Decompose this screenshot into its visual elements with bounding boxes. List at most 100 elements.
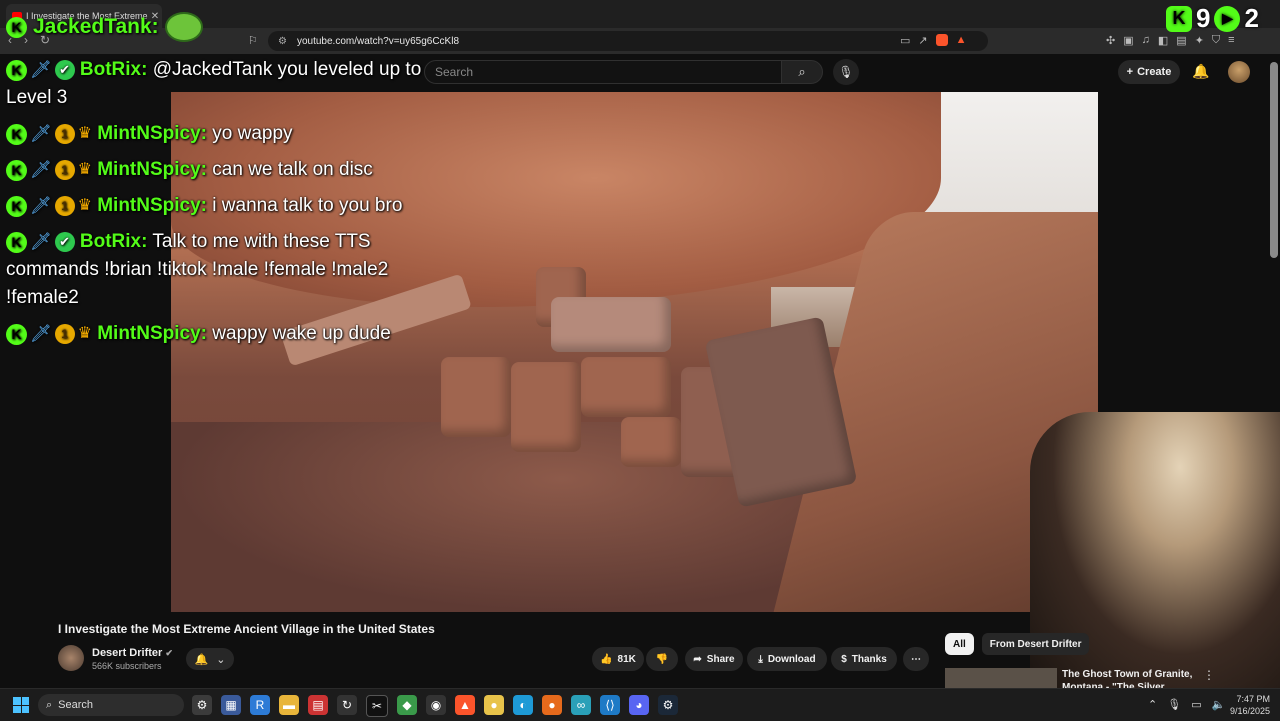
page-scrollbar[interactable] xyxy=(1270,62,1278,258)
verified-badge-icon: ✔ xyxy=(54,60,75,80)
app-r-icon[interactable]: R xyxy=(250,695,270,715)
discord-icon[interactable]: ◕ xyxy=(629,695,649,715)
channel-avatar[interactable] xyxy=(58,645,84,671)
windows-start-icon[interactable] xyxy=(13,697,29,713)
kick-badge-icon: K xyxy=(6,159,27,181)
subscriber-badge-icon: 1 xyxy=(54,160,75,181)
bookmark-icon[interactable]: ⚐ xyxy=(248,34,258,47)
chat-badges: K 🗡 1 ♛ xyxy=(6,120,92,148)
sword-badge-icon: 🗡 xyxy=(30,196,52,216)
wallet-icon[interactable]: ▤ xyxy=(1176,34,1186,47)
taskbar-search[interactable]: ⌕ Search xyxy=(38,694,184,716)
crown-badge-icon: ♛ xyxy=(77,161,92,179)
share-button[interactable]: ➦ Share xyxy=(685,647,743,671)
kick-counter-icon: K xyxy=(1166,5,1192,32)
chat-text: can we talk on disc xyxy=(212,159,373,181)
chat-username: MintNSpicy: xyxy=(97,195,207,217)
frog-emote-icon xyxy=(164,12,203,42)
chat-username: MintNSpicy: xyxy=(97,323,207,345)
taskbar-clock[interactable]: 7:47 PM 9/16/2025 xyxy=(1222,693,1270,717)
task-view-icon[interactable]: ▦ xyxy=(221,695,241,715)
vscode-icon[interactable]: ⟨⟩ xyxy=(600,695,620,715)
account-avatar[interactable] xyxy=(1228,61,1250,83)
like-count: 81K xyxy=(617,653,636,665)
menu-icon[interactable]: ≡ xyxy=(1228,34,1234,47)
share-page-icon[interactable]: ↗ xyxy=(918,34,927,47)
clock-time: 7:47 PM xyxy=(1236,694,1270,704)
bell-icon: 🔔 xyxy=(194,653,209,666)
search-input[interactable]: Search xyxy=(424,60,782,84)
taskbar: ⌕ Search ⚙ ▦ R ▬ ▤ ↻ ✂ ◆ ◉ ▲ ● ◐ ● ∞ ⟨⟩ … xyxy=(0,688,1280,721)
chat-badges: K 🗡 ✔ xyxy=(6,56,75,84)
streamer-tag: K JackedTank: xyxy=(6,12,203,42)
news-app-icon[interactable]: ▤ xyxy=(308,695,328,715)
site-info-icon[interactable]: ⚙ xyxy=(278,36,287,47)
app-green-icon[interactable]: ◆ xyxy=(397,695,417,715)
dislike-button[interactable]: 👎 xyxy=(646,647,678,671)
verified-badge-icon: ✔ xyxy=(54,232,75,253)
widgets-icon[interactable]: ⚙ xyxy=(192,695,212,715)
brave-shields-icon[interactable] xyxy=(935,34,948,46)
kick-badge-icon: K xyxy=(6,323,27,345)
more-actions-button[interactable]: ⋯ xyxy=(903,647,929,671)
brave-browser-icon[interactable]: ▲ xyxy=(455,695,475,715)
sword-badge-icon: 🗡 xyxy=(30,124,52,144)
app-infinity-icon[interactable]: ∞ xyxy=(571,695,591,715)
chip-all[interactable]: All xyxy=(945,633,974,655)
notifications-icon[interactable]: 🔔 xyxy=(1192,63,1209,80)
like-button[interactable]: 👍 81K xyxy=(592,647,644,671)
vpn-icon[interactable]: ⛉ xyxy=(1212,34,1220,47)
microphone-icon: 🎙 xyxy=(838,65,854,79)
screenshot-icon[interactable]: ▣ xyxy=(1123,34,1133,47)
chat-message: K 🗡 1 ♛ MintNSpicy: i wanna talk to you bro xyxy=(6,192,426,220)
chat-username: MintNSpicy: xyxy=(97,123,207,145)
url-text: youtube.com/watch?v=uy65g6CcKl8 xyxy=(296,35,460,47)
thanks-icon: $ xyxy=(841,653,847,665)
firefox-icon[interactable]: ● xyxy=(542,695,562,715)
voice-search-button[interactable]: 🎙 xyxy=(833,59,859,85)
viewer-play-icon: ▶ xyxy=(1214,5,1241,32)
extensions-icon[interactable]: ✣ xyxy=(1106,34,1115,47)
chat-text: i wanna talk to you bro xyxy=(212,195,403,217)
crown-badge-icon: ♛ xyxy=(77,197,92,215)
subscription-bell-button[interactable]: 🔔 ⌄ xyxy=(186,648,234,670)
search-button[interactable]: ⌕ xyxy=(781,60,823,84)
chip-from-channel[interactable]: From Desert Drifter xyxy=(981,633,1090,655)
download-button[interactable]: ⤓ Download xyxy=(747,647,827,671)
chat-message: K 🗡 ✔ BotRix: Talk to me with these TTS co… xyxy=(6,228,426,312)
thumbs-up-icon: 👍 xyxy=(600,653,613,665)
media-icon[interactable]: ♫ xyxy=(1142,34,1150,47)
recommended-video-thumbnail[interactable] xyxy=(945,668,1057,690)
file-explorer-icon[interactable]: ▬ xyxy=(279,695,299,715)
chrome-icon[interactable]: ● xyxy=(484,695,504,715)
capcut-icon[interactable]: ✂ xyxy=(366,695,388,717)
crown-badge-icon: ♛ xyxy=(77,325,92,343)
chat-message: K 🗡 1 ♛ MintNSpicy: wappy wake up dude xyxy=(6,320,426,348)
refresh-app-icon[interactable]: ↻ xyxy=(337,695,357,715)
share-label: Share xyxy=(706,653,735,665)
chat-message: K 🗡 1 ♛ MintNSpicy: can we talk on disc xyxy=(6,156,426,184)
thanks-label: Thanks xyxy=(851,653,887,665)
recommended-video-menu-icon[interactable]: ⋮ xyxy=(1203,668,1215,682)
tray-chevron-icon[interactable]: ⌃ xyxy=(1148,698,1157,711)
address-bar[interactable]: ⚙ youtube.com/watch?v=uy65g6CcKl8 xyxy=(268,31,988,51)
tray-microphone-icon[interactable]: 🎙 xyxy=(1167,698,1181,711)
sword-badge-icon: 🗡 xyxy=(30,160,52,180)
leo-ai-icon[interactable]: ✦ xyxy=(1195,34,1204,47)
thanks-button[interactable]: $ Thanks xyxy=(831,647,897,671)
chat-message: K 🗡 1 ♛ MintNSpicy: yo wappy xyxy=(6,120,426,148)
search-icon: ⌕ xyxy=(46,698,53,711)
cast-icon[interactable]: ▭ xyxy=(900,34,910,47)
stream-counters: K 9 ▶ 2 xyxy=(1166,3,1259,34)
plus-icon: + xyxy=(1126,66,1134,78)
brave-rewards-icon[interactable]: ▲ xyxy=(956,34,967,47)
streamer-name: JackedTank: xyxy=(33,15,159,38)
steam-icon[interactable]: ⚙ xyxy=(658,695,678,715)
edge-icon[interactable]: ◐ xyxy=(513,695,533,715)
sidebar-icon[interactable]: ◧ xyxy=(1158,34,1168,47)
download-icon: ⤓ xyxy=(758,653,763,665)
display-icon[interactable]: ▭ xyxy=(1191,698,1201,711)
create-button[interactable]: + Create xyxy=(1118,60,1180,84)
obs-icon[interactable]: ◉ xyxy=(426,695,446,715)
channel-name[interactable]: Desert Drifter ✔ xyxy=(92,647,173,659)
